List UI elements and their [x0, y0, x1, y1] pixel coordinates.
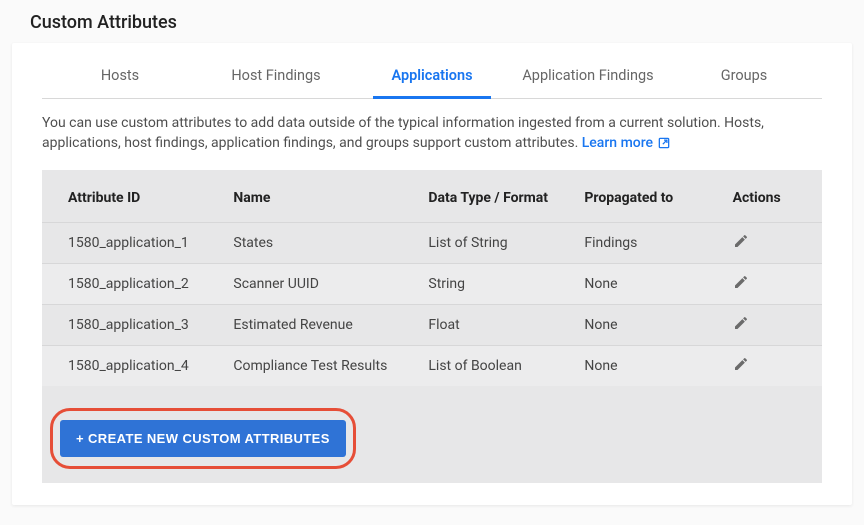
cell-id: 1580_application_4	[42, 345, 221, 386]
tabs: Hosts Host Findings Applications Applica…	[42, 53, 822, 99]
tab-hosts[interactable]: Hosts	[42, 53, 198, 98]
cell-type: List of String	[416, 222, 572, 263]
cell-type: Float	[416, 304, 572, 345]
cell-name: States	[221, 222, 416, 263]
column-header-name: Name	[221, 170, 416, 223]
column-header-prop: Propagated to	[572, 170, 720, 223]
create-area: + CREATE NEW CUSTOM ATTRIBUTES	[60, 420, 346, 457]
external-link-icon	[657, 136, 671, 150]
cell-name: Compliance Test Results	[221, 345, 416, 386]
tab-applications[interactable]: Applications	[354, 53, 510, 98]
attributes-table: Attribute ID Name Data Type / Format Pro…	[42, 170, 822, 386]
table-row: 1580_application_1 States List of String…	[42, 222, 822, 263]
tab-application-findings[interactable]: Application Findings	[510, 53, 666, 98]
cell-type: String	[416, 263, 572, 304]
column-header-actions: Actions	[721, 170, 822, 223]
cell-prop: None	[572, 345, 720, 386]
table-row: 1580_application_2 Scanner UUID String N…	[42, 263, 822, 304]
cell-type: List of Boolean	[416, 345, 572, 386]
attributes-table-wrap: Attribute ID Name Data Type / Format Pro…	[42, 170, 822, 483]
cell-id: 1580_application_1	[42, 222, 221, 263]
edit-button[interactable]	[733, 274, 749, 290]
create-new-custom-attributes-button[interactable]: + CREATE NEW CUSTOM ATTRIBUTES	[60, 420, 346, 457]
card: Hosts Host Findings Applications Applica…	[12, 43, 852, 505]
column-header-type: Data Type / Format	[416, 170, 572, 223]
cell-prop: Findings	[572, 222, 720, 263]
cell-prop: None	[572, 263, 720, 304]
edit-button[interactable]	[733, 356, 749, 372]
page-title: Custom Attributes	[0, 12, 864, 43]
column-header-id: Attribute ID	[42, 170, 221, 223]
edit-button[interactable]	[733, 315, 749, 331]
cell-id: 1580_application_2	[42, 263, 221, 304]
cell-prop: None	[572, 304, 720, 345]
table-row: 1580_application_4 Compliance Test Resul…	[42, 345, 822, 386]
tab-groups[interactable]: Groups	[666, 53, 822, 98]
cell-id: 1580_application_3	[42, 304, 221, 345]
cell-name: Scanner UUID	[221, 263, 416, 304]
edit-button[interactable]	[733, 233, 749, 249]
tab-host-findings[interactable]: Host Findings	[198, 53, 354, 98]
description: You can use custom attributes to add dat…	[42, 113, 822, 154]
cell-name: Estimated Revenue	[221, 304, 416, 345]
learn-more-link[interactable]: Learn more	[582, 133, 671, 153]
table-row: 1580_application_3 Estimated Revenue Flo…	[42, 304, 822, 345]
learn-more-label: Learn more	[582, 133, 653, 153]
